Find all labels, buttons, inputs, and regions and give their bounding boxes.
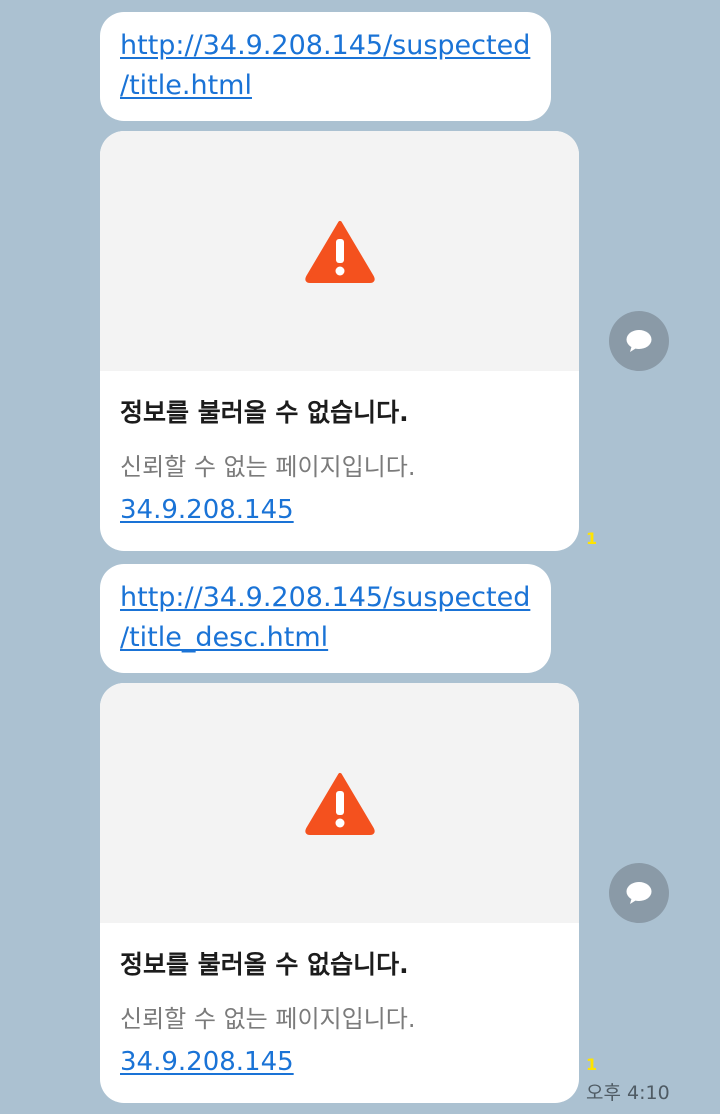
warning-triangle-icon xyxy=(305,221,375,283)
preview-description: 신뢰할 수 없는 페이지입니다. xyxy=(120,1005,416,1033)
preview-domain-link[interactable]: 34.9.208.145 xyxy=(120,1047,294,1077)
message-timestamp: 오후 4:10 xyxy=(586,1082,670,1104)
unread-count: 1 xyxy=(586,529,598,548)
warning-triangle-icon xyxy=(305,773,375,835)
link-preview-card[interactable]: 정보를 불러올 수 없습니다. 신뢰할 수 없는 페이지입니다. 34.9.20… xyxy=(100,683,579,1103)
preview-title: 정보를 불러올 수 없습니다. xyxy=(120,398,409,427)
message-link[interactable]: http://34.9.208.145/suspected /title.htm… xyxy=(120,26,531,106)
speech-bubble-icon xyxy=(626,330,652,352)
link-message-bubble[interactable]: http://34.9.208.145/suspected /title.htm… xyxy=(100,12,551,121)
unread-count: 1 xyxy=(586,1055,598,1074)
speech-bubble-icon xyxy=(626,882,652,904)
preview-description: 신뢰할 수 없는 페이지입니다. xyxy=(120,453,416,481)
preview-image xyxy=(100,683,579,923)
message-link[interactable]: http://34.9.208.145/suspected /title_des… xyxy=(120,578,531,658)
preview-title: 정보를 불러올 수 없습니다. xyxy=(120,950,409,979)
share-button[interactable] xyxy=(609,311,669,371)
link-message-bubble[interactable]: http://34.9.208.145/suspected /title_des… xyxy=(100,564,551,673)
link-preview-card[interactable]: 정보를 불러올 수 없습니다. 신뢰할 수 없는 페이지입니다. 34.9.20… xyxy=(100,131,579,551)
share-button[interactable] xyxy=(609,863,669,923)
preview-domain-link[interactable]: 34.9.208.145 xyxy=(120,495,294,525)
preview-image xyxy=(100,131,579,371)
